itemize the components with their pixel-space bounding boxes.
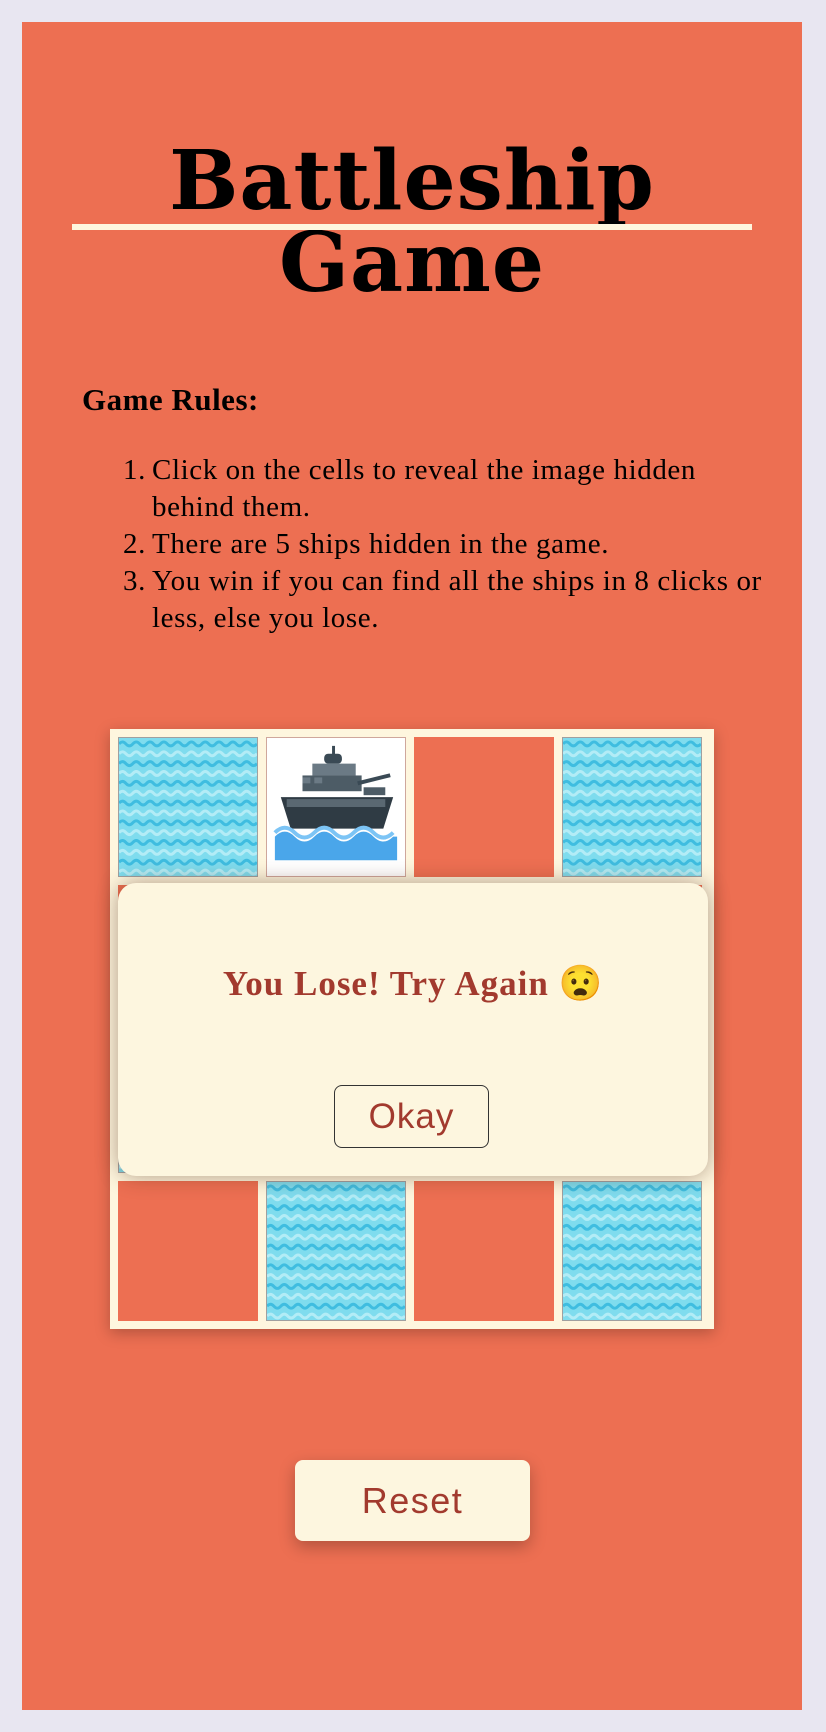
board-cell-water[interactable] — [562, 1181, 702, 1321]
page-title: Battleship Game — [169, 133, 655, 311]
okay-button[interactable]: Okay — [334, 1085, 489, 1148]
rules-heading: Game Rules: — [82, 382, 259, 417]
board-cell-hidden[interactable] — [118, 1181, 258, 1321]
board-cell-hidden[interactable] — [414, 737, 554, 877]
reset-button[interactable]: Reset — [295, 1460, 530, 1541]
rule-item: 3. You win if you can find all the ships … — [123, 565, 762, 634]
board-cell-water[interactable] — [118, 737, 258, 877]
board-cell-water[interactable] — [562, 737, 702, 877]
battleship-icon — [267, 745, 405, 880]
rule-item: 1. Click on the cells to reveal the image… — [123, 454, 697, 523]
rules-list: 1. Click on the cells to reveal the image… — [123, 452, 772, 637]
board-cell-water[interactable] — [266, 1181, 406, 1321]
result-modal: You Lose! Try Again 😧 Okay — [118, 883, 708, 1176]
board-cell-ship[interactable] — [266, 737, 406, 877]
game-page: Battleship Game Game Rules: 1. Click on t… — [22, 22, 802, 1710]
result-message: You Lose! Try Again 😧 — [222, 964, 604, 1003]
board-cell-hidden[interactable] — [414, 1181, 554, 1321]
title-underline — [72, 224, 752, 230]
rule-item: 2. There are 5 ships hidden in the game. — [123, 528, 610, 560]
